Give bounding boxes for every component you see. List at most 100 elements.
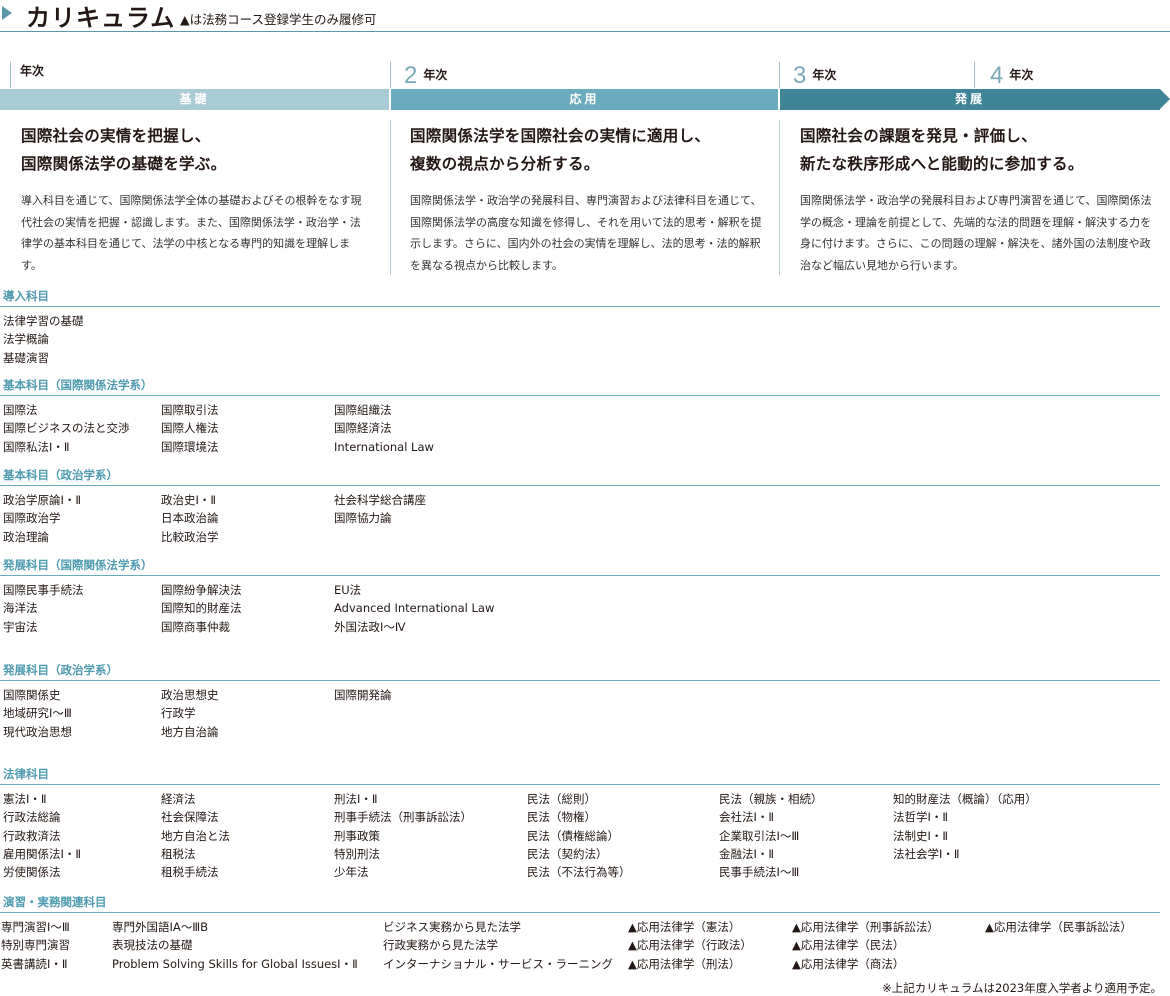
year-label-2: 2 年次 xyxy=(404,62,448,89)
subject-item: 民法（不法行為等） xyxy=(527,865,631,880)
subject-item: 国際環境法 xyxy=(161,439,219,454)
subject-item: 国際政治学 xyxy=(3,511,61,526)
section-title: 発展科目（政治学系） xyxy=(3,663,118,677)
subject-item: 金融法Ⅰ・Ⅱ xyxy=(719,846,775,861)
heading-line: 国際関係法学を国際社会の実情に適用し、 xyxy=(410,126,711,145)
year-divider xyxy=(779,62,780,88)
subject-item: 海洋法 xyxy=(3,601,38,616)
subject-item: 表現技法の基礎 xyxy=(112,938,193,953)
subject-list: 国際開発論 xyxy=(334,686,392,704)
subject-item: 民法（物権） xyxy=(527,810,596,825)
subject-list: 専門演習Ⅰ〜Ⅲ 特別専門演習 英書講読Ⅰ・Ⅱ xyxy=(1,918,70,973)
column-body: 国際関係法学・政治学の発展科目、専門演習および法律科目を通じて、国際関係法学の高… xyxy=(410,194,762,272)
subject-item: 民法（債権総論） xyxy=(527,828,619,843)
year-label-3: 3 年次 xyxy=(793,62,836,89)
subject-item: ▲応用法律学（刑法） xyxy=(628,956,741,971)
subject-item: 国際人権法 xyxy=(161,421,219,436)
subject-list: 国際紛争解決法 国際知的財産法 国際商事仲裁 xyxy=(161,581,242,636)
heading-line: 国際社会の実情を把握し、 xyxy=(21,126,211,145)
subject-list: 国際民事手続法 海洋法 宇宙法 xyxy=(3,581,84,636)
footer-note: ※上記カリキュラムは2023年度入学者より適用予定。 xyxy=(882,981,1162,995)
section-title: 基本科目（政治学系） xyxy=(3,468,118,482)
subject-item: 法学概論 xyxy=(3,332,49,347)
subject-item: 民事手続法Ⅰ〜Ⅲ xyxy=(719,865,800,880)
subject-item: ▲応用法律学（刑事訴訟法） xyxy=(792,920,939,934)
subject-item: 民法（契約法） xyxy=(527,846,608,861)
section-title: 法律科目 xyxy=(3,767,49,781)
stage-band-advanced: 発展 xyxy=(780,89,1170,110)
column-applied: 国際関係法学を国際社会の実情に適用し、 複数の視点から分析する。 国際関係法学・… xyxy=(410,122,762,276)
page-header: カリキュラム ▲は法務コース登録学生のみ履修可 xyxy=(0,0,1170,32)
subject-item: 政治学原論Ⅰ・Ⅱ xyxy=(3,493,82,507)
subject-list: 政治史Ⅰ・Ⅱ 日本政治論 比較政治学 xyxy=(161,491,219,546)
subject-item: 民法（親族・相続） xyxy=(719,792,823,806)
subject-item: 刑事政策 xyxy=(334,828,380,843)
subject-item: 国際経済法 xyxy=(334,421,392,436)
subject-item: 企業取引法Ⅰ〜Ⅲ xyxy=(719,828,800,843)
subject-item: 社会保障法 xyxy=(161,810,219,825)
subject-item: 日本政治論 xyxy=(161,511,219,526)
subject-item: 国際民事手続法 xyxy=(3,583,84,597)
subject-item: 国際商事仲裁 xyxy=(161,619,230,634)
subject-list: ▲応用法律学（刑事訴訟法） ▲応用法律学（民法） ▲応用法律学（商法） xyxy=(792,918,939,973)
subject-item: Problem Solving Skills for Global Issues… xyxy=(112,956,358,971)
year-label-1: 1年次 xyxy=(14,62,44,88)
subject-item: 特別専門演習 xyxy=(1,938,70,953)
subject-item: 租税法 xyxy=(161,846,196,861)
subject-list: 政治学原論Ⅰ・Ⅱ 国際政治学 政治理論 xyxy=(3,491,81,546)
section-title: 導入科目 xyxy=(3,289,49,303)
section-header: 導入科目 xyxy=(0,287,1160,307)
subject-item: インターナショナル・サービス・ラーニング xyxy=(383,956,613,971)
subject-item: 国際知的財産法 xyxy=(161,601,242,616)
year-divider xyxy=(10,62,11,88)
subject-list: 憲法Ⅰ・Ⅱ 行政法総論 行政救済法 雇用関係法Ⅰ・Ⅱ 労使関係法 xyxy=(3,790,81,881)
subject-item: ▲応用法律学（民法） xyxy=(792,938,905,953)
subject-list: 国際取引法 国際人権法 国際環境法 xyxy=(161,401,219,456)
subject-item: 現代政治思想 xyxy=(3,724,72,739)
subject-item: 行政救済法 xyxy=(3,828,61,843)
year-unit: 年次 xyxy=(423,68,448,82)
heading-line: 複数の視点から分析する。 xyxy=(410,154,600,173)
section-title: 演習・実務関連科目 xyxy=(3,895,107,909)
subject-item: 基礎演習 xyxy=(3,350,49,365)
section-title: 発展科目（国際関係法学系） xyxy=(3,558,153,572)
heading-line: 国際関係法学の基礎を学ぶ。 xyxy=(21,154,227,173)
column-heading: 国際関係法学を国際社会の実情に適用し、 複数の視点から分析する。 xyxy=(410,122,762,178)
subject-item: ▲応用法律学（行政法） xyxy=(628,938,752,953)
subject-list: 国際法 国際ビジネスの法と交渉 国際私法Ⅰ・Ⅱ xyxy=(3,401,130,456)
subject-item: International Law xyxy=(334,439,434,454)
stage-band-applied: 応用 xyxy=(391,89,778,110)
subject-item: 専門外国語ⅠA〜ⅢB xyxy=(112,920,209,934)
subject-list: 国際組織法 国際経済法 International Law xyxy=(334,401,434,456)
column-basic: 国際社会の実情を把握し、 国際関係法学の基礎を学ぶ。 導入科目を通じて、国際関係… xyxy=(21,122,371,276)
subject-item: 国際関係史 xyxy=(3,688,61,702)
subject-item: 刑法Ⅰ・Ⅱ xyxy=(334,792,378,806)
heading-line: 国際社会の課題を発見・評価し、 xyxy=(800,126,1038,145)
section-header: 基本科目（政治学系） xyxy=(0,466,1160,486)
column-advanced: 国際社会の課題を発見・評価し、 新たな秩序形成へと能動的に参加する。 国際関係法… xyxy=(800,122,1152,276)
year-number: 4 xyxy=(990,62,1004,89)
section-header: 法律科目 xyxy=(0,765,1160,785)
subject-list: 社会科学総合講座 国際協力論 xyxy=(334,491,426,528)
subject-item: 法制史Ⅰ・Ⅱ xyxy=(893,828,949,843)
subject-item: 国際ビジネスの法と交渉 xyxy=(3,421,130,436)
section-header: 演習・実務関連科目 xyxy=(0,893,1160,913)
subject-list: EU法 Advanced International Law 外国法政Ⅰ〜Ⅳ xyxy=(334,581,494,636)
subject-item: 国際法 xyxy=(3,403,38,417)
subject-item: 法哲学Ⅰ・Ⅱ xyxy=(893,810,949,825)
year-number: 2 xyxy=(404,62,418,89)
subject-item: 雇用関係法Ⅰ・Ⅱ xyxy=(3,846,82,861)
subject-item: 知的財産法（概論）（応用） xyxy=(893,792,1037,806)
section-header: 基本科目（国際関係法学系） xyxy=(0,376,1160,396)
subject-item: 経済法 xyxy=(161,792,196,806)
subject-item: 特別刑法 xyxy=(334,846,380,861)
subject-item: Advanced International Law xyxy=(334,601,495,616)
subject-list: 民法（親族・相続） 会社法Ⅰ・Ⅱ 企業取引法Ⅰ〜Ⅲ 金融法Ⅰ・Ⅱ 民事手続法Ⅰ〜Ⅲ xyxy=(719,790,823,881)
subject-item: EU法 xyxy=(334,583,362,597)
subject-item: 法社会学Ⅰ・Ⅱ xyxy=(893,846,960,861)
page-title: カリキュラム xyxy=(26,3,176,32)
heading-line: 新たな秩序形成へと能動的に参加する。 xyxy=(800,154,1084,173)
column-heading: 国際社会の実情を把握し、 国際関係法学の基礎を学ぶ。 xyxy=(21,122,371,178)
subject-item: 少年法 xyxy=(334,865,369,880)
year-unit: 年次 xyxy=(20,64,45,78)
